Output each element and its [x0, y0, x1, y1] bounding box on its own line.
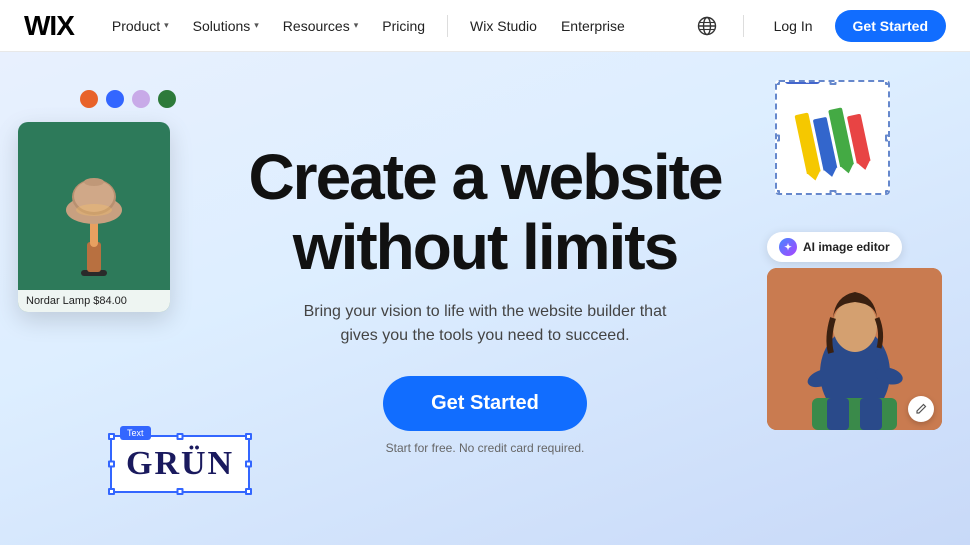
resize-handle-tl[interactable]	[108, 433, 115, 440]
pencils-illustration	[794, 101, 870, 173]
resize-handle-ml[interactable]	[108, 461, 115, 468]
ai-icon: ✦	[779, 238, 797, 256]
lamp-card-inner	[18, 122, 170, 312]
resize-handle-mr[interactable]	[245, 461, 252, 468]
handle-bc[interactable]	[829, 190, 836, 195]
image-box[interactable]: Image	[775, 80, 890, 195]
login-button[interactable]: Log In	[764, 12, 823, 40]
edit-icon[interactable]	[908, 396, 934, 422]
hero-subtitle: Bring your vision to life with the websi…	[248, 300, 721, 348]
text-element[interactable]: Text GRÜN	[110, 435, 250, 493]
ai-photo	[767, 268, 942, 430]
resize-handle-tc[interactable]	[177, 433, 184, 440]
ai-badge: ✦ AI image editor	[767, 232, 902, 262]
nav-item-product[interactable]: Product ▾	[102, 12, 179, 40]
hero-note: Start for free. No credit card required.	[248, 441, 721, 455]
text-tag: Text	[120, 426, 151, 440]
dot-blue	[106, 90, 124, 108]
dot-lavender	[132, 90, 150, 108]
dot-orange	[80, 90, 98, 108]
dot-green	[158, 90, 176, 108]
image-tag: Image	[785, 80, 820, 84]
logo[interactable]: WIX	[24, 10, 74, 42]
nav-items: Product ▾ Solutions ▾ Resources ▾ Pricin…	[102, 12, 691, 40]
navbar: WIX Product ▾ Solutions ▾ Resources ▾ Pr…	[0, 0, 970, 52]
chevron-down-icon: ▾	[354, 20, 359, 31]
language-button[interactable]	[691, 10, 723, 42]
resize-handle-bc[interactable]	[177, 488, 184, 495]
ai-badge-label: AI image editor	[803, 240, 890, 254]
nav-label-wixstudio: Wix Studio	[470, 18, 537, 34]
nav-item-solutions[interactable]: Solutions ▾	[183, 12, 269, 40]
chevron-down-icon: ▾	[254, 20, 259, 31]
handle-tl[interactable]	[775, 80, 780, 85]
handle-tr[interactable]	[885, 80, 890, 85]
get-started-hero-button[interactable]: Get Started	[383, 376, 587, 431]
resize-handle-br[interactable]	[245, 488, 252, 495]
chevron-down-icon: ▾	[164, 20, 169, 31]
nav-actions: Log In Get Started	[691, 10, 946, 42]
handle-tc[interactable]	[829, 80, 836, 85]
color-dots	[80, 90, 176, 108]
nav-divider-2	[743, 15, 744, 37]
hero-title: Create a website without limits	[248, 142, 721, 283]
nav-item-pricing[interactable]: Pricing	[372, 12, 435, 40]
text-element-content: GRÜN	[126, 445, 234, 482]
resize-handle-bl[interactable]	[108, 488, 115, 495]
text-element-wrapper: Text GRÜN	[110, 435, 250, 493]
lamp-card: Nordar Lamp $84.00	[18, 122, 170, 312]
handle-ml[interactable]	[775, 134, 780, 141]
ai-panel: ✦ AI image editor	[767, 232, 952, 430]
hero-section: Nordar Lamp $84.00 Create a website with…	[0, 52, 970, 545]
get-started-nav-button[interactable]: Get Started	[835, 10, 946, 42]
nav-label-solutions: Solutions	[193, 18, 251, 34]
nav-label-pricing: Pricing	[382, 18, 425, 34]
nav-label-product: Product	[112, 18, 160, 34]
nav-label-enterprise: Enterprise	[561, 18, 625, 34]
handle-mr[interactable]	[885, 134, 890, 141]
lamp-label: Nordar Lamp $84.00	[18, 290, 170, 312]
nav-item-wixstudio[interactable]: Wix Studio	[460, 12, 547, 40]
nav-item-resources[interactable]: Resources ▾	[273, 12, 368, 40]
nav-item-enterprise[interactable]: Enterprise	[551, 12, 635, 40]
hero-content: Create a website without limits Bring yo…	[248, 142, 721, 456]
handle-br[interactable]	[885, 190, 890, 195]
nav-divider	[447, 15, 448, 37]
nav-label-resources: Resources	[283, 18, 350, 34]
handle-bl[interactable]	[775, 190, 780, 195]
lamp-illustration	[49, 152, 139, 282]
